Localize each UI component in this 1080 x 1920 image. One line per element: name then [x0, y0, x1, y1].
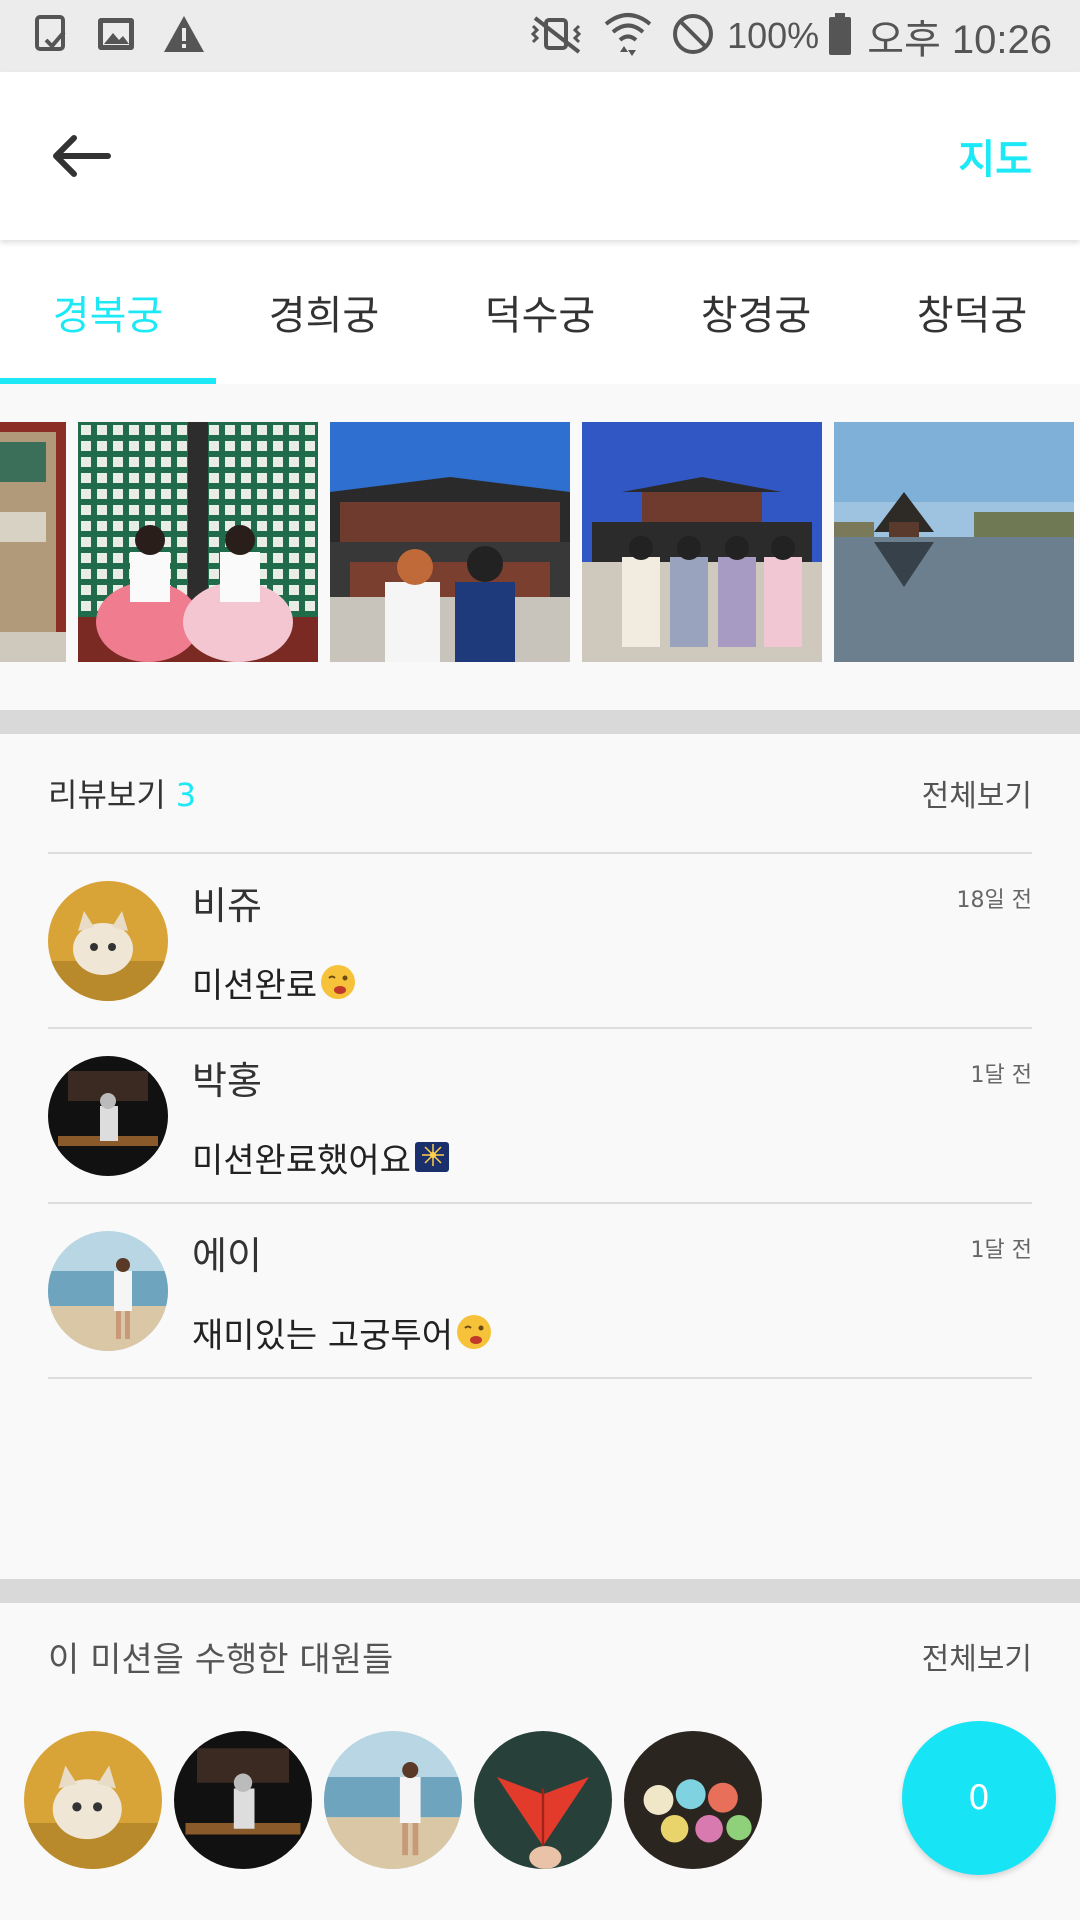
reviewer-name: 박홍 — [192, 1058, 262, 1103]
reviewer-name: 에이 — [192, 1233, 262, 1278]
participate-count-button[interactable]: 0 — [902, 1721, 1056, 1875]
member-avatar[interactable] — [474, 1731, 612, 1869]
reviews-title-label: 리뷰보기 — [48, 776, 166, 814]
review-time: 1달 전 — [970, 1063, 1032, 1088]
gallery-photo[interactable] — [834, 422, 1074, 662]
review-item[interactable]: 에이 재미있는 고궁투어 1달 전 — [48, 1204, 1032, 1379]
avatar[interactable] — [48, 1055, 168, 1176]
wink-emoji-icon — [457, 1315, 492, 1349]
review-text: 재미있는 고궁투어 — [192, 1315, 454, 1356]
notification-icon — [34, 14, 70, 58]
avatar[interactable] — [48, 1230, 168, 1351]
members-header: 이 미션을 수행한 대원들 전체보기 — [0, 1603, 1080, 1709]
members-title: 이 미션을 수행한 대원들 — [48, 1639, 394, 1680]
tab-changdeokgung[interactable]: 창덕궁 — [864, 240, 1080, 384]
warning-icon — [162, 14, 206, 58]
clock: 오후 10:26 — [867, 18, 1052, 62]
review-item[interactable]: 비쥬 미션완료 18일 전 — [48, 854, 1032, 1029]
tab-changgyeonggung[interactable]: 창경궁 — [648, 240, 864, 384]
member-avatar[interactable] — [624, 1731, 762, 1869]
gallery-photo[interactable] — [330, 422, 570, 662]
back-arrow-icon — [53, 135, 111, 177]
review-text: 미션완료 — [192, 965, 318, 1006]
fireworks-emoji-icon — [414, 1142, 449, 1172]
reviewer-name: 비쥬 — [192, 883, 262, 928]
gallery-photo[interactable] — [0, 422, 66, 662]
reviews-header: 리뷰보기 3 전체보기 — [48, 734, 1032, 854]
gallery-photo[interactable] — [78, 422, 318, 662]
member-avatar[interactable] — [324, 1731, 462, 1869]
app-bar: 지도 — [0, 72, 1080, 240]
reviews-title: 리뷰보기 3 — [48, 770, 196, 816]
wifi-icon — [603, 10, 653, 62]
back-button[interactable] — [48, 121, 118, 191]
review-text: 미션완료했어요 — [192, 1140, 411, 1181]
do-not-disturb-icon — [671, 12, 715, 60]
vibrate-off-icon — [527, 14, 585, 58]
members-list: 0 — [0, 1709, 1080, 1877]
tab-deoksugung[interactable]: 덕수궁 — [432, 240, 648, 384]
avatar[interactable] — [48, 880, 168, 1001]
section-divider — [0, 1579, 1080, 1603]
battery-icon — [827, 12, 853, 60]
review-item[interactable]: 박홍 미션완료했어요 1달 전 — [48, 1029, 1032, 1204]
battery-percent: 100% — [727, 15, 820, 56]
reviews-count: 3 — [175, 776, 197, 814]
reviews-see-all-button[interactable]: 전체보기 — [922, 771, 1032, 815]
palace-tabs: 경복궁 경희궁 덕수궁 창경궁 창덕궁 — [0, 240, 1080, 384]
section-divider — [0, 710, 1080, 734]
reviews-section: 리뷰보기 3 전체보기 비쥬 미션완료 18일 전 박홍 미션완료했어요 1달 전 — [0, 734, 1080, 1579]
member-avatar[interactable] — [24, 1731, 162, 1869]
map-button[interactable]: 지도 — [958, 127, 1032, 185]
gallery-photo[interactable] — [582, 422, 822, 662]
wink-emoji-icon — [321, 965, 356, 999]
members-see-all-button[interactable]: 전체보기 — [922, 1634, 1032, 1678]
member-avatar[interactable] — [174, 1731, 312, 1869]
image-icon — [96, 14, 136, 58]
review-time: 18일 전 — [956, 888, 1032, 913]
photo-gallery[interactable] — [0, 384, 1080, 710]
status-bar: 100% 오후 10:26 — [0, 0, 1080, 72]
tab-gyeongbokgung[interactable]: 경복궁 — [0, 240, 216, 384]
review-time: 1달 전 — [970, 1238, 1032, 1263]
tab-gyeonghuigung[interactable]: 경희궁 — [216, 240, 432, 384]
